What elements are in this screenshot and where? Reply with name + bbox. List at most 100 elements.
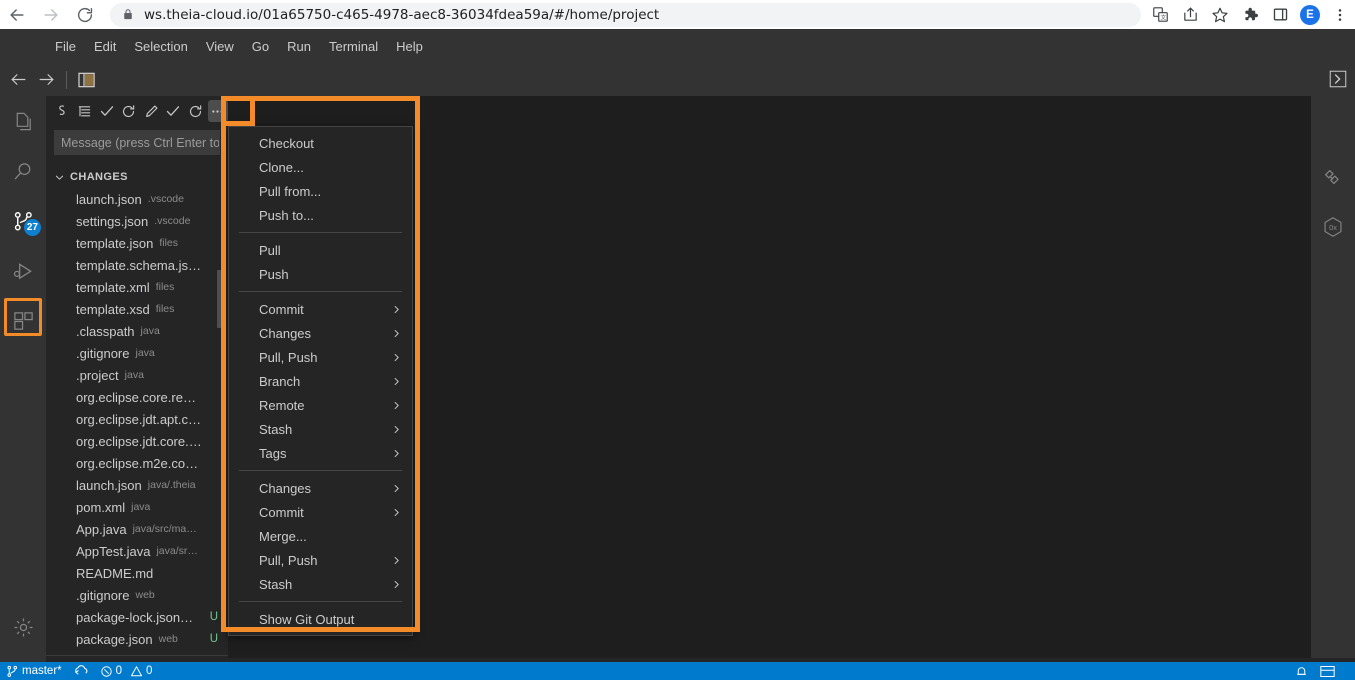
list-item[interactable]: .gitignore web [46,584,228,606]
list-item[interactable]: org.eclipse.jdt.apt.c… [46,408,228,430]
menu-go[interactable]: Go [243,36,278,57]
list-item[interactable]: template.json files [46,232,228,254]
menu-view[interactable]: View [197,36,243,57]
commit-check-icon[interactable] [97,100,117,122]
address-bar[interactable]: ws.theia-cloud.io/01a65750-c465-4978-aec… [110,2,1141,27]
menu-item-push-to[interactable]: Push to... [229,203,412,227]
menu-item-pull-push-group[interactable]: Pull, Push [229,345,412,369]
list-item[interactable]: template.xsd files [46,298,228,320]
more-actions-icon[interactable] [207,100,228,122]
chevron-right-icon [391,579,402,590]
toggle-panel-icon[interactable] [1314,662,1341,680]
menu-selection[interactable]: Selection [125,36,196,57]
sidebar-item-extensions[interactable] [0,296,46,346]
settings-gear-icon[interactable] [0,602,46,652]
nav-back-icon[interactable] [4,66,32,94]
browser-more-menu-icon[interactable] [1325,0,1355,29]
sidebar-item-search[interactable] [0,146,46,196]
git-graph-icon[interactable] [1311,152,1355,202]
file-name: .gitignore [76,587,130,603]
list-item[interactable]: .classpath java [46,320,228,342]
activity-bar: 27 [0,96,46,662]
extensions-puzzle-icon[interactable] [1235,0,1265,29]
list-item[interactable]: package.json web U [46,628,228,650]
sidebar-item-explorer[interactable] [0,96,46,146]
list-item[interactable]: README.md [46,562,228,584]
commit-message-input[interactable]: Message (press Ctrl Enter to commit) [54,130,220,155]
file-name: template.schema.js… [76,257,201,273]
bookmark-star-icon[interactable] [1205,0,1235,29]
share-icon[interactable] [1175,0,1205,29]
menu-edit[interactable]: Edit [85,36,125,57]
view-as-tree-icon[interactable] [74,100,94,122]
menu-item-changes-group[interactable]: Changes [229,321,412,345]
list-item[interactable]: org.eclipse.core.re… [46,386,228,408]
theia-ide-window: ws.theia-cloud.io/01a65750-c465-4978-aec… [0,0,1355,680]
status-sync[interactable] [68,662,94,680]
list-item[interactable]: App.java java/src/ma… [46,518,228,540]
notifications-bell-icon[interactable] [1289,662,1314,680]
list-item[interactable]: package-lock.json… U [46,606,228,628]
list-item[interactable]: org.eclipse.jdt.core.… [46,430,228,452]
list-item[interactable]: org.eclipse.m2e.co… [46,452,228,474]
menu-item-stash-group-2[interactable]: Stash [229,572,412,596]
menu-item-label: Branch [259,373,301,389]
menu-item-commit-group[interactable]: Commit [229,297,412,321]
menu-item-remote[interactable]: Remote [229,393,412,417]
file-name: org.eclipse.m2e.co… [76,455,199,471]
browser-reload-button[interactable] [68,0,102,29]
menu-item-branch[interactable]: Branch [229,369,412,393]
list-item[interactable]: .project java [46,364,228,386]
stage-check-icon[interactable] [163,100,183,122]
list-item[interactable]: launch.json .vscode [46,188,228,210]
list-item[interactable]: pom.xml java [46,496,228,518]
sidebar-item-source-control[interactable]: 27 [0,196,46,246]
source-control-badge: 27 [23,219,41,236]
refresh-icon[interactable] [119,100,139,122]
changes-section-header[interactable]: CHANGES [46,166,228,188]
menu-item-pull[interactable]: Pull [229,238,412,262]
nav-forward-icon[interactable] [32,66,60,94]
menu-item-pull-from[interactable]: Pull from... [229,179,412,203]
menu-item-changes-group-2[interactable]: Changes [229,476,412,500]
hex-0x-icon[interactable]: 0x [1311,202,1355,252]
sidebar-item-run-debug[interactable] [0,246,46,296]
list-item[interactable]: AppTest.java java/sr… [46,540,228,562]
list-item[interactable]: template.schema.js… [46,254,228,276]
changes-section-title: CHANGES [70,171,128,183]
menu-file[interactable]: File [46,36,85,57]
status-problems[interactable]: 0 0 [94,662,159,680]
menu-item-show-git-output[interactable]: Show Git Output [229,607,412,631]
status-branch[interactable]: master* [0,662,68,680]
list-item[interactable]: settings.json .vscode [46,210,228,232]
profile-avatar[interactable]: E [1295,0,1325,29]
menu-run[interactable]: Run [278,36,320,57]
menu-item-checkout[interactable]: Checkout [229,131,412,155]
discard-refresh-icon[interactable] [186,100,206,122]
menu-item-merge[interactable]: Merge... [229,524,412,548]
chevron-right-icon [391,555,402,566]
menu-terminal[interactable]: Terminal [320,36,387,57]
file-name: AppTest.java [76,543,151,559]
scm-provider-icon[interactable] [52,100,72,122]
sidebar-scrollbar-thumb[interactable] [217,270,224,328]
open-right-panel-icon[interactable] [1327,68,1349,90]
list-item[interactable]: .gitignore java [46,342,228,364]
edit-pencil-icon[interactable] [141,100,161,122]
browser-forward-button[interactable] [34,0,68,29]
menu-item-push[interactable]: Push [229,262,412,286]
menu-item-pull-push-group-2[interactable]: Pull, Push [229,548,412,572]
menu-item-tags[interactable]: Tags [229,441,412,465]
browser-back-button[interactable] [0,0,34,29]
list-item[interactable]: launch.json java/.theia [46,474,228,496]
menu-item-commit-group-2[interactable]: Commit [229,500,412,524]
menu-item-clone[interactable]: Clone... [229,155,412,179]
toggle-sidebar-icon[interactable] [73,66,101,94]
side-panel-icon[interactable] [1265,0,1295,29]
file-name: template.xsd [76,301,150,317]
translate-icon[interactable]: 文 [1145,0,1175,29]
menu-item-stash-group[interactable]: Stash [229,417,412,441]
list-item[interactable]: template.xml files [46,276,228,298]
menu-help[interactable]: Help [387,36,432,57]
commit-message-placeholder: Message (press Ctrl Enter to commit) [61,135,219,150]
